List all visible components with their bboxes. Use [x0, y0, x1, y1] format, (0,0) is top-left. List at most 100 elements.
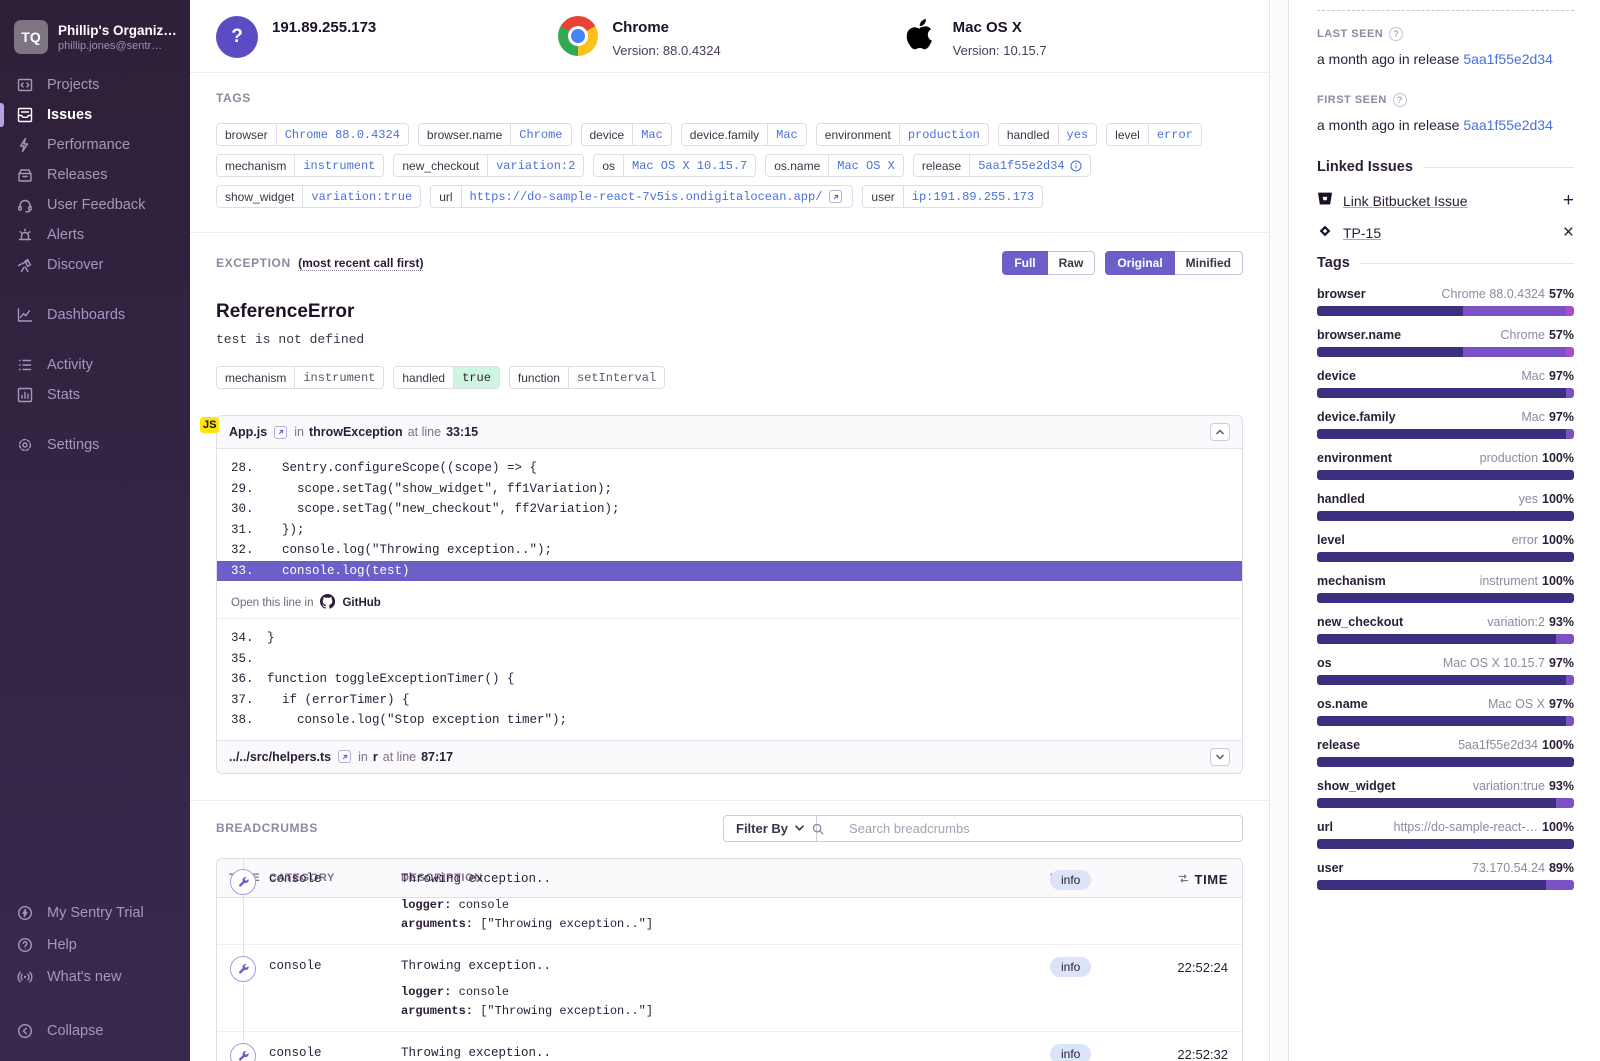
kv-value: console — [459, 985, 509, 999]
tag-pill: browser.nameChrome — [418, 123, 572, 146]
tag-value-link[interactable]: instrument — [294, 155, 383, 176]
breadcrumbs-search-input[interactable] — [816, 815, 1243, 842]
add-linked-issue-button[interactable]: + — [1563, 194, 1574, 208]
tag-value-link[interactable]: https://do-sample-react-7v5is.ondigitalo… — [461, 186, 853, 207]
dist-tag-name: user — [1317, 861, 1343, 875]
sidebar-item-collapse[interactable]: Collapse — [0, 1015, 190, 1047]
filter-by-button[interactable]: Filter By — [723, 815, 817, 842]
minified-toggle-button[interactable]: Minified — [1174, 251, 1243, 275]
sidebar-item-releases[interactable]: Releases — [0, 160, 190, 190]
line-code: scope.setTag("show_widget", ff1Variation… — [267, 481, 612, 498]
link-bitbucket-issue-link[interactable]: Link Bitbucket Issue — [1343, 193, 1468, 209]
tag-distribution[interactable]: handledyes100% — [1317, 492, 1574, 521]
frame-collapse-button[interactable] — [1210, 423, 1230, 441]
source-code-context-after: 34.} 35. 36.function toggleExceptionTime… — [217, 619, 1242, 740]
tag-key: level — [1107, 124, 1148, 145]
tag-distribution[interactable]: deviceMac97% — [1317, 369, 1574, 398]
search-icon — [811, 822, 825, 841]
sidebar-item-user-feedback[interactable]: User Feedback — [0, 190, 190, 220]
info-icon[interactable] — [1070, 160, 1082, 172]
distribution-bar — [1317, 880, 1574, 890]
tag-value-link[interactable]: Mac — [632, 124, 671, 145]
tag-distribution[interactable]: osMac OS X 10.15.797% — [1317, 656, 1574, 685]
kv-value: ["Throwing exception.."] — [480, 1004, 653, 1018]
remove-linked-issue-button[interactable]: × — [1563, 226, 1574, 240]
frame-atline-word: at line — [408, 425, 441, 439]
sidebar-item-stats[interactable]: Stats — [0, 380, 190, 410]
sidebar-item-dashboards[interactable]: Dashboards — [0, 300, 190, 330]
external-link-icon[interactable] — [338, 750, 351, 763]
tag-distribution[interactable]: urlhttps://do-sample-react-…100% — [1317, 820, 1574, 849]
help-tooltip-icon[interactable]: ? — [1393, 93, 1407, 107]
dist-tag-name: browser — [1317, 287, 1366, 301]
release-link[interactable]: 5aa1f55e2d34 — [1463, 51, 1553, 67]
tag-distribution[interactable]: os.nameMac OS X97% — [1317, 697, 1574, 726]
tag-value-link[interactable]: variation:2 — [487, 155, 583, 176]
gear-icon — [16, 436, 34, 454]
original-toggle-button[interactable]: Original — [1105, 251, 1174, 275]
exception-view-toggles: Full Raw Original Minified — [1002, 251, 1243, 275]
tag-distribution[interactable]: mechanisminstrument100% — [1317, 574, 1574, 603]
dist-tag-value: variation:true93% — [1473, 779, 1574, 793]
distribution-bar — [1317, 757, 1574, 767]
tag-value-link[interactable]: Chrome — [510, 124, 570, 145]
collapsed-stack-frame[interactable]: ../../src/helpers.ts in r at line 87:17 — [217, 740, 1242, 773]
distribution-bar — [1317, 306, 1574, 316]
tag-distribution[interactable]: browserChrome 88.0.432457% — [1317, 287, 1574, 316]
full-toggle-button[interactable]: Full — [1002, 251, 1047, 275]
sidebar-item-issues[interactable]: Issues — [0, 100, 190, 130]
tag-distribution[interactable]: show_widgetvariation:true93% — [1317, 779, 1574, 808]
line-number: 31. — [231, 522, 267, 539]
dist-tag-value: Mac OS X97% — [1488, 697, 1574, 711]
sidebar-item-settings[interactable]: Settings — [0, 430, 190, 460]
linked-issue-link[interactable]: TP-15 — [1343, 225, 1381, 241]
sidebar-item-discover[interactable]: Discover — [0, 250, 190, 280]
sidebar-item-performance[interactable]: Performance — [0, 130, 190, 160]
last-seen-label: LAST SEEN — [1317, 28, 1383, 40]
tag-distribution[interactable]: new_checkoutvariation:293% — [1317, 615, 1574, 644]
tag-value-link[interactable]: Mac OS X — [828, 155, 903, 176]
code-line: 29. scope.setTag("show_widget", ff1Varia… — [217, 479, 1242, 500]
sidebar-item-my-sentry-trial[interactable]: My Sentry Trial — [0, 897, 190, 929]
tag-distribution[interactable]: release5aa1f55e2d34100% — [1317, 738, 1574, 767]
tag-key: show_widget — [217, 186, 302, 207]
tag-distribution[interactable]: environmentproduction100% — [1317, 451, 1574, 480]
tag-value-link[interactable]: Mac — [767, 124, 806, 145]
raw-toggle-button[interactable]: Raw — [1047, 251, 1096, 275]
dist-tag-pct: 93% — [1549, 615, 1574, 629]
sidebar-item-alerts[interactable]: Alerts — [0, 220, 190, 250]
release-link[interactable]: 5aa1f55e2d34 — [1463, 117, 1553, 133]
github-icon — [320, 594, 335, 612]
tag-value-link[interactable]: Chrome 88.0.4324 — [276, 124, 408, 145]
frame-function: throwException — [309, 425, 403, 439]
tag-distribution[interactable]: device.familyMac97% — [1317, 410, 1574, 439]
tag-value-link[interactable]: yes — [1058, 124, 1097, 145]
tag-pill: new_checkoutvariation:2 — [393, 154, 584, 177]
external-link-icon[interactable] — [274, 426, 287, 439]
open-in-github-row[interactable]: Open this line in GitHub — [217, 590, 1242, 619]
sidebar-item-whats-new[interactable]: What's new — [0, 961, 190, 993]
discover-icon — [16, 256, 34, 274]
external-link-icon[interactable] — [829, 190, 842, 203]
tag-distribution[interactable]: user73.170.54.2489% — [1317, 861, 1574, 890]
line-code: }); — [267, 522, 305, 539]
tag-value-link[interactable]: Mac OS X 10.15.7 — [623, 155, 755, 176]
tag-value-link[interactable]: error — [1148, 124, 1201, 145]
exception-sublabel[interactable]: (most recent call first) — [298, 256, 423, 271]
tag-value-link[interactable]: production — [899, 124, 988, 145]
sidebar-item-projects[interactable]: Projects — [0, 70, 190, 100]
tag-distribution[interactable]: levelerror100% — [1317, 533, 1574, 562]
tag-value-link[interactable]: 5aa1f55e2d34 — [969, 155, 1089, 176]
tag-distribution[interactable]: browser.nameChrome57% — [1317, 328, 1574, 357]
sidebar-item-help[interactable]: Help — [0, 929, 190, 961]
context-user-title: 191.89.255.173 — [272, 16, 376, 36]
help-tooltip-icon[interactable]: ? — [1389, 27, 1403, 41]
panel-gutter — [1270, 0, 1288, 1061]
sidebar-item-activity[interactable]: Activity — [0, 350, 190, 380]
stack-frame-header[interactable]: App.js in throwException at line 33:15 — [217, 416, 1242, 449]
frame-expand-button[interactable] — [1210, 748, 1230, 766]
org-switcher[interactable]: TQ Phillip's Organiz… phillip.jones@sent… — [0, 12, 190, 70]
tag-value-link[interactable]: ip:191.89.255.173 — [903, 186, 1042, 207]
tag-value-link[interactable]: variation:true — [302, 186, 420, 207]
wrench-icon — [230, 956, 256, 982]
